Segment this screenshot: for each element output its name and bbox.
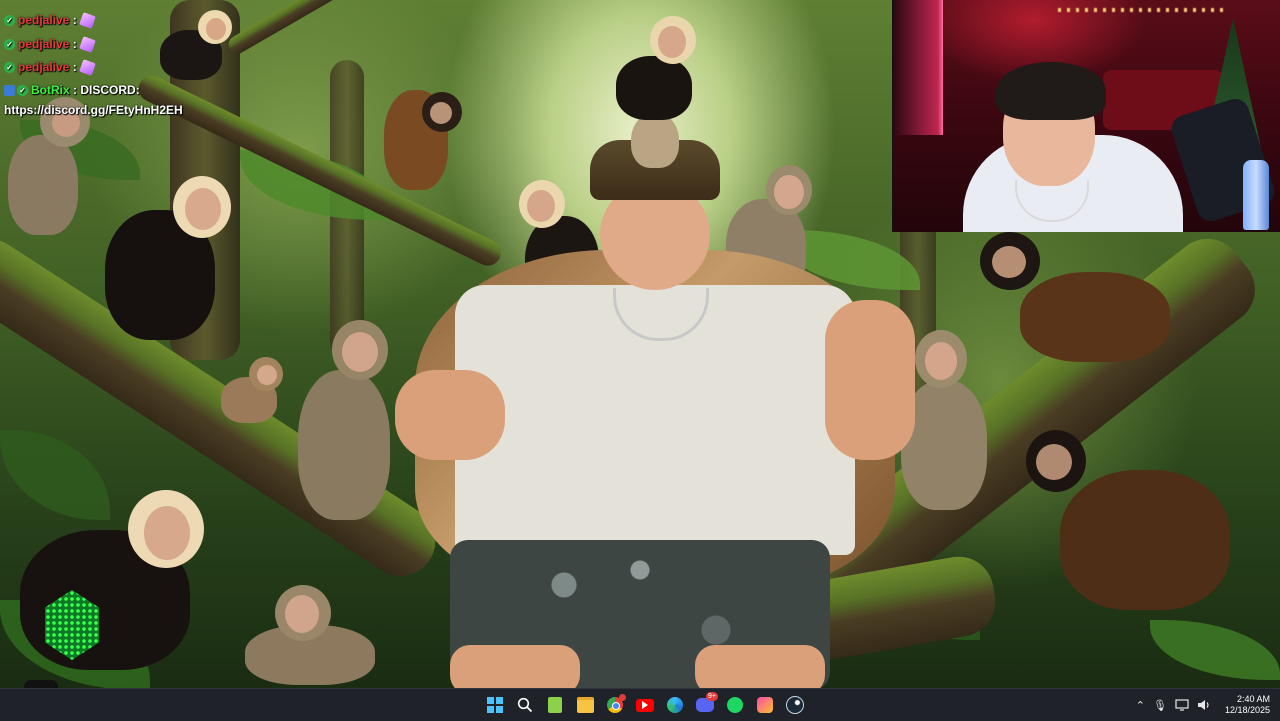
chat-message: ✓ pedjalive : — [4, 12, 96, 30]
chat-text: DISCORD: — [80, 83, 140, 97]
baby-macaque-monkey — [215, 355, 290, 430]
chrome-button[interactable] — [602, 692, 628, 718]
notes-app-icon — [548, 697, 562, 713]
left-arm — [395, 370, 505, 460]
chat-message: ✓ pedjalive : — [4, 59, 96, 77]
spider-monkey — [980, 232, 1250, 432]
chat-separator: : — [73, 83, 78, 97]
shard-emote-icon — [78, 12, 96, 30]
spider-monkey — [1020, 430, 1260, 680]
right-arm — [825, 300, 915, 460]
capuchin-monkey — [10, 490, 210, 680]
edge-icon — [667, 697, 683, 713]
chat-line-cutoff — [4, 0, 7, 8]
youtube-icon — [636, 698, 654, 712]
right-knee — [695, 645, 825, 688]
steam-icon — [786, 696, 804, 714]
chat-username: pedjalive — [18, 37, 70, 51]
chat-message: ✓ pedjalive : — [4, 36, 96, 54]
game-app-button[interactable] — [752, 692, 778, 718]
capuchin-monkey — [95, 170, 240, 360]
chat-separator: : — [72, 37, 77, 51]
windows-taskbar: 9+ ⌃ 🎙 2:40 AM 12/18/2025 — [0, 688, 1280, 721]
file-explorer-button[interactable] — [572, 692, 598, 718]
system-tray: ⌃ 🎙 2:40 AM 12/18/2025 — [1136, 689, 1270, 721]
notes-app-button[interactable] — [542, 692, 568, 718]
chevron-up-icon[interactable]: ⌃ — [1136, 699, 1145, 712]
streamer-hair — [996, 62, 1106, 120]
capuchin-monkey — [610, 16, 700, 126]
game-app-icon — [757, 697, 773, 713]
notification-dot — [619, 694, 626, 701]
macaque-monkey — [225, 585, 395, 685]
chat-username: pedjalive — [18, 13, 70, 27]
spotify-button[interactable] — [722, 692, 748, 718]
start-button[interactable] — [482, 692, 508, 718]
chat-separator: : — [72, 60, 77, 74]
verified-check-icon: ✓ — [17, 85, 28, 97]
shard-emote-icon — [78, 36, 96, 54]
chat-username: BotRix — [31, 83, 70, 97]
edge-button[interactable] — [662, 692, 688, 718]
shard-emote-icon — [78, 59, 96, 77]
water-bottle — [1243, 160, 1269, 230]
microphone-icon[interactable]: 🎙 — [1153, 699, 1167, 712]
clock-date: 12/18/2025 — [1224, 705, 1270, 715]
monitor-icon[interactable] — [1175, 699, 1189, 711]
discord-badge: 9+ — [706, 692, 718, 701]
discord-button[interactable]: 9+ — [692, 692, 718, 718]
verified-check-icon: ✓ — [4, 39, 15, 51]
taskbar-pinned-apps: 9+ — [482, 689, 808, 721]
left-knee — [450, 645, 580, 688]
taskbar-clock[interactable]: 2:40 AM 12/18/2025 — [1225, 694, 1270, 716]
folder-icon — [576, 697, 594, 713]
bot-badge-icon — [4, 85, 15, 97]
youtube-button[interactable] — [632, 692, 658, 718]
spotify-icon — [727, 697, 743, 713]
search-button[interactable] — [512, 692, 538, 718]
verified-check-icon: ✓ — [4, 15, 15, 27]
streamer-thumbnail-person — [395, 16, 915, 688]
doorframe — [893, 0, 943, 135]
capuchin-monkey — [150, 8, 240, 88]
clock-time: 2:40 AM — [1236, 694, 1270, 704]
search-icon — [517, 697, 533, 713]
chat-username: pedjalive — [18, 60, 70, 74]
steam-button[interactable] — [782, 692, 808, 718]
windows-icon — [487, 697, 503, 713]
chat-separator: : — [72, 13, 77, 27]
webcam-feed — [892, 0, 1280, 232]
macaque-monkey — [290, 320, 400, 530]
fairy-lights — [1058, 8, 1228, 12]
volume-icon[interactable] — [1197, 699, 1211, 711]
verified-check-icon: ✓ — [4, 62, 15, 74]
chat-message: ✓ BotRix : DISCORD: — [4, 83, 140, 97]
macaque-monkey — [0, 95, 100, 245]
chat-link-text: https://discord.gg/FEtyHnH2EH — [4, 103, 183, 117]
